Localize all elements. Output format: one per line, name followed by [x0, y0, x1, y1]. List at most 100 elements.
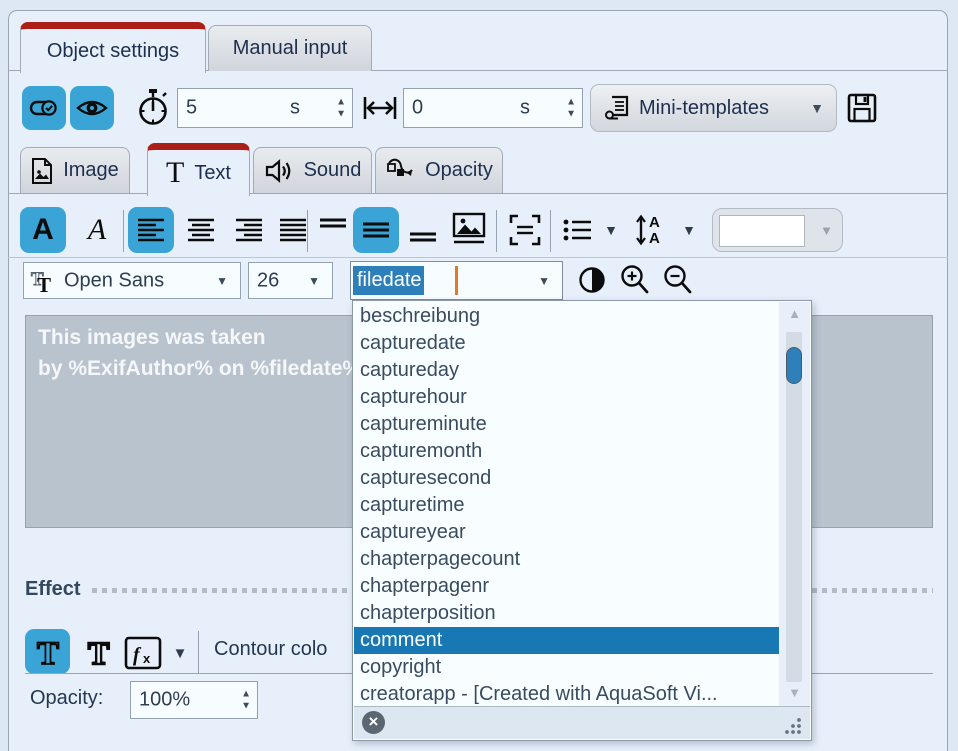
list-item[interactable]: capturehour	[354, 384, 780, 411]
scrollbar-thumb[interactable]	[786, 347, 802, 384]
duration-unit: s	[290, 97, 300, 120]
scroll-down-icon[interactable]: ▼	[779, 685, 810, 700]
opacity-label: Opacity:	[30, 687, 103, 710]
list-item[interactable]: chapterposition	[354, 600, 780, 627]
outlined-t-icon: T	[31, 634, 65, 670]
tab-manual-input[interactable]: Manual input	[208, 25, 372, 71]
tab-opacity[interactable]: Opacity	[375, 147, 503, 193]
font-family-value: Open Sans	[64, 269, 164, 292]
close-button[interactable]: ×	[362, 711, 385, 734]
font-family-icon: T T	[30, 268, 56, 296]
dropdown-scrollbar[interactable]: ▲ ▼	[779, 302, 810, 706]
list-item[interactable]: chapterpagenr	[354, 573, 780, 600]
list-item-selected[interactable]: comment	[354, 627, 780, 654]
align-left-button[interactable]	[128, 207, 174, 253]
tab-image[interactable]: Image	[20, 147, 130, 193]
opacity-value: 100%	[139, 689, 190, 712]
spacing-unit: s	[520, 97, 530, 120]
align-center-button[interactable]	[178, 207, 224, 253]
mini-templates-label: Mini-templates	[639, 97, 800, 120]
tab-text[interactable]: T Text	[147, 143, 250, 196]
text-outline-effect-button[interactable]: T	[25, 629, 70, 674]
tab-opacity-label: Opacity	[425, 159, 493, 182]
tab-sound-label: Sound	[304, 159, 362, 182]
bullet-list-button[interactable]	[557, 210, 597, 250]
list-item[interactable]: captureday	[354, 357, 780, 384]
contrast-button[interactable]	[575, 263, 609, 297]
scroll-up-icon[interactable]: ▲	[779, 306, 810, 321]
valign-bottom-icon	[407, 214, 439, 246]
list-item[interactable]: beschreibung	[354, 303, 780, 330]
list-item[interactable]: captureminute	[354, 411, 780, 438]
line-spacing-button[interactable]: A A	[630, 207, 674, 253]
visibility-button[interactable]	[70, 86, 114, 130]
toolbar-separator	[307, 210, 308, 252]
list-item[interactable]: creatorapp - [Created with AquaSoft Vi..…	[354, 681, 780, 708]
width-arrow-icon	[362, 93, 398, 123]
scrollbar-track[interactable]	[786, 332, 802, 682]
fx-icon: f x	[123, 635, 163, 671]
fit-text-button[interactable]	[503, 208, 547, 252]
opacity-spinbox[interactable]: 100% ▲▼	[130, 681, 258, 719]
align-right-button[interactable]	[226, 207, 272, 253]
zoom-in-button[interactable]	[617, 262, 653, 298]
spacing-value: 0	[412, 97, 423, 120]
svg-text:A: A	[649, 230, 660, 247]
align-left-icon	[136, 215, 166, 245]
variable-combobox[interactable]: filedate ▼	[350, 261, 563, 300]
svg-text:T: T	[37, 273, 51, 296]
resize-grip[interactable]	[782, 715, 802, 735]
spacing-spin-buttons[interactable]: ▲▼	[566, 98, 576, 119]
bullet-list-dropdown-button[interactable]: ▼	[598, 207, 624, 253]
insert-image-button[interactable]	[447, 206, 491, 252]
bold-button[interactable]: A	[20, 207, 66, 253]
variable-dropdown-popup: beschreibung capturedate captureday capt…	[352, 300, 812, 741]
svg-text:T: T	[37, 636, 59, 670]
tab-sound[interactable]: Sound	[253, 147, 372, 193]
list-item[interactable]: capturemonth	[354, 438, 780, 465]
duration-value: 5	[186, 97, 197, 120]
valign-middle-icon	[360, 214, 392, 246]
tab-text-label: Text	[194, 162, 231, 185]
list-item[interactable]: capturedate	[354, 330, 780, 357]
mini-templates-button[interactable]: Mini-templates ▼	[590, 84, 837, 132]
opacity-spin-buttons[interactable]: ▲▼	[241, 690, 251, 711]
valign-top-button[interactable]	[313, 207, 353, 253]
duration-spinbox[interactable]: 5 s ▲▼	[177, 88, 353, 128]
chevron-down-icon: ▼	[810, 100, 824, 116]
speaker-icon	[264, 158, 294, 184]
tab-object-settings[interactable]: Object settings	[20, 22, 206, 73]
chevron-down-icon[interactable]: ▼	[538, 274, 550, 288]
chevron-down-icon[interactable]: ▼	[820, 223, 833, 238]
text-plain-effect-button[interactable]: T	[78, 631, 120, 673]
text-fx-effect-button[interactable]: f x	[122, 634, 164, 672]
valign-middle-button[interactable]	[353, 207, 399, 253]
font-family-combobox[interactable]: T T Open Sans ▼	[23, 262, 241, 299]
toolbar-separator	[123, 210, 124, 252]
list-item[interactable]: capturesecond	[354, 465, 780, 492]
italic-button[interactable]: A	[74, 207, 120, 253]
list-item[interactable]: captureyear	[354, 519, 780, 546]
font-color-picker[interactable]: ▼	[712, 208, 843, 252]
svg-text:T: T	[88, 635, 109, 670]
list-item[interactable]: capturetime	[354, 492, 780, 519]
contour-color-label: Contour colo	[214, 638, 327, 661]
valign-bottom-button[interactable]	[403, 207, 443, 253]
toggle-check-icon	[28, 93, 60, 123]
font-size-combobox[interactable]: 26 ▼	[248, 262, 333, 299]
list-item[interactable]: chapterpagecount	[354, 546, 780, 573]
list-item[interactable]: copyright	[354, 654, 780, 681]
tab-object-settings-label: Object settings	[47, 40, 179, 63]
dropdown-footer: ×	[354, 706, 810, 739]
justify-button[interactable]	[270, 207, 316, 253]
spacing-spinbox[interactable]: 0 s ▲▼	[403, 88, 583, 128]
zoom-out-button[interactable]	[660, 262, 696, 298]
toolbar-divider	[8, 257, 948, 258]
font-color-swatch[interactable]	[719, 215, 805, 247]
line-spacing-dropdown-button[interactable]: ▼	[676, 207, 702, 253]
effect-dropdown-button[interactable]: ▼	[166, 634, 194, 672]
link-toggle-button[interactable]	[22, 86, 66, 130]
save-template-button[interactable]	[845, 90, 879, 126]
duration-spin-buttons[interactable]: ▲▼	[336, 98, 346, 119]
line-spacing-icon: A A	[634, 213, 670, 247]
